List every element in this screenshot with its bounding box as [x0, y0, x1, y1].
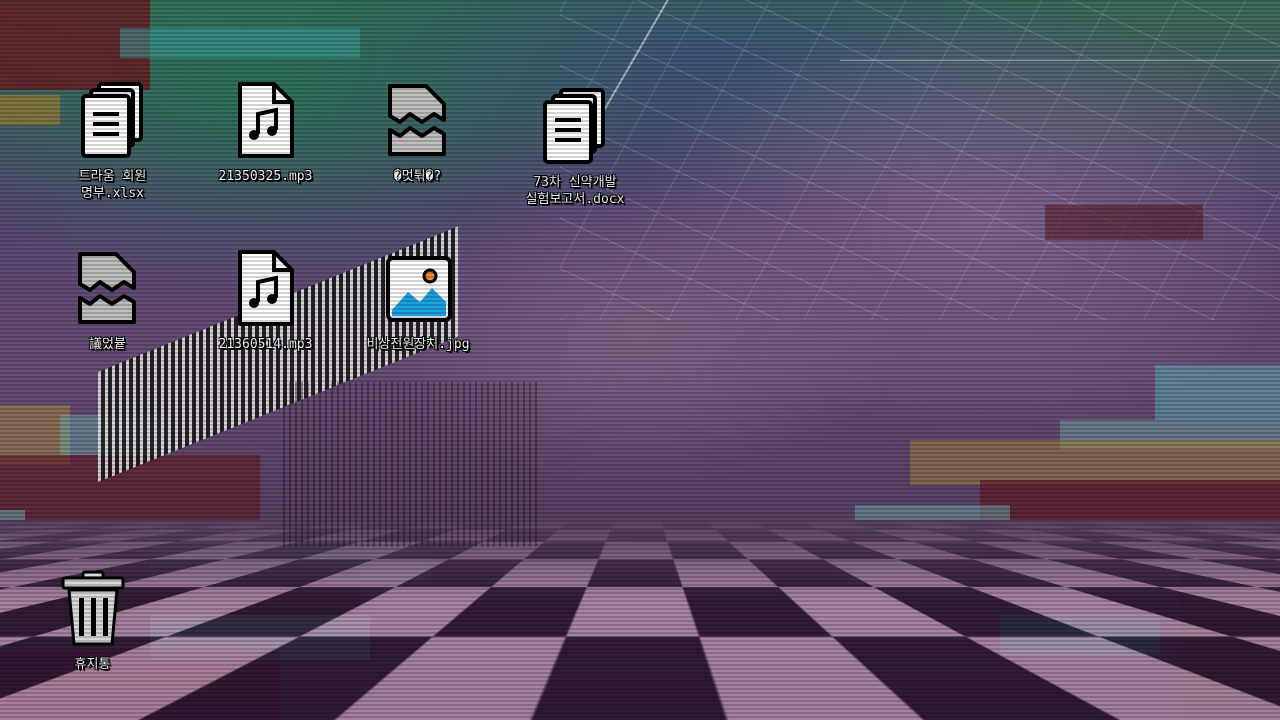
desktop-icon-corrupted-1[interactable]: �멋튂�?: [355, 80, 480, 185]
document-stack-icon: [77, 80, 149, 160]
corrupted-file-icon: [72, 248, 144, 328]
glitch-block: [1155, 365, 1280, 420]
trash-bin-icon: [57, 568, 129, 648]
icon-label: 휴지통: [74, 657, 111, 672]
light-streak: [840, 60, 1280, 61]
audio-file-icon: [230, 248, 302, 328]
desktop-icon-recycle-bin[interactable]: 휴지통: [30, 568, 155, 673]
icon-label: 議었븉: [89, 337, 126, 352]
desktop-icon-member-list-xlsx[interactable]: 트라움 회원 명부.xlsx: [50, 80, 175, 202]
glitch-block: [910, 440, 1280, 485]
desktop-icon-drug-report-docx[interactable]: 73차 신약개발 실험보고서.docx: [500, 80, 650, 208]
wireframe-grid-overlay: [560, 0, 1280, 320]
desktop-icon-emergency-power-jpg[interactable]: 비상전원장치.jpg: [343, 248, 493, 353]
icon-label: 21360514.mp3: [218, 337, 313, 352]
corrupted-file-icon: [382, 80, 454, 160]
icon-label: �멋튂�?: [393, 169, 442, 184]
document-stack-icon: [539, 86, 611, 166]
glitch-block: [120, 28, 360, 58]
vertical-line-glitch: [283, 382, 538, 547]
desktop-icon-audio-21360514[interactable]: 21360514.mp3: [203, 248, 328, 353]
floor-fade: [0, 520, 1280, 600]
icon-label: 비상전원장치.jpg: [366, 337, 470, 352]
desktop[interactable]: 트라움 회원 명부.xlsx 21350325.mp3 �멋튂�? 73차 신약…: [0, 0, 1280, 720]
icon-label: 73차 신약개발 실험보고서.docx: [525, 175, 625, 207]
icon-label: 트라움 회원 명부.xlsx: [78, 169, 147, 201]
desktop-icon-corrupted-2[interactable]: 議었븉: [45, 248, 170, 353]
audio-file-icon: [230, 80, 302, 160]
desktop-icon-audio-21350325[interactable]: 21350325.mp3: [203, 80, 328, 185]
icon-label: 21350325.mp3: [218, 169, 313, 184]
glitch-block: [1045, 205, 1203, 240]
image-file-icon: [382, 248, 454, 328]
